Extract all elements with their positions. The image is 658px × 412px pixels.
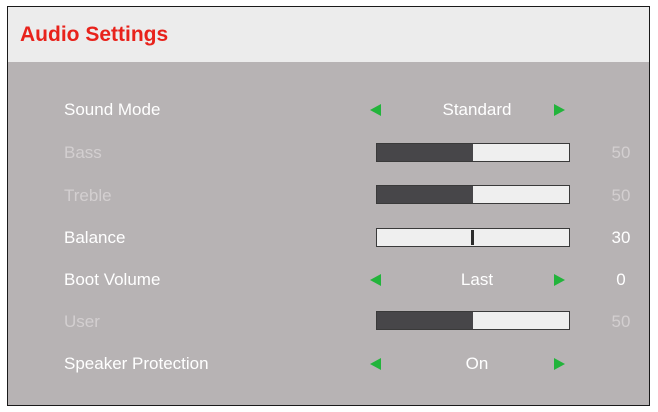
bass-slider (376, 143, 570, 162)
boot-volume-left-arrow-icon[interactable] (370, 274, 381, 286)
speaker-protection-left-arrow-icon[interactable] (370, 358, 381, 370)
treble-slider (376, 185, 570, 204)
speaker-protection-right-arrow-icon[interactable] (554, 358, 565, 370)
balance-slider[interactable] (376, 228, 570, 247)
page-title: Audio Settings (20, 23, 169, 46)
bass-value: 50 (611, 143, 631, 162)
user-slider-fill (377, 312, 473, 329)
balance-label[interactable]: Balance (64, 228, 125, 248)
sound-mode-value: Standard (442, 100, 512, 119)
boot-volume-label[interactable]: Boot Volume (64, 270, 160, 290)
boot-volume-value: Last (460, 270, 494, 289)
boot-volume-right-arrow-icon[interactable] (554, 274, 565, 286)
audio-settings-panel: Audio Settings Sound Mode Standard Bass … (7, 6, 650, 406)
balance-marker[interactable] (471, 230, 474, 245)
balance-value: 30 (611, 228, 631, 247)
treble-slider-fill (377, 186, 473, 203)
header-bar: Audio Settings (8, 7, 649, 62)
user-slider (376, 311, 570, 330)
sound-mode-right-arrow-icon[interactable] (554, 104, 565, 116)
bass-label: Bass (64, 143, 102, 162)
user-label: User (64, 312, 100, 331)
sound-mode-label[interactable]: Sound Mode (64, 100, 160, 120)
sound-mode-left-arrow-icon[interactable] (370, 104, 381, 116)
boot-volume-number: 0 (616, 270, 626, 289)
treble-value: 50 (611, 186, 631, 205)
treble-label: Treble (64, 186, 112, 205)
speaker-protection-value: On (465, 354, 489, 373)
user-value: 50 (611, 312, 631, 331)
bass-slider-fill (377, 144, 473, 161)
speaker-protection-label[interactable]: Speaker Protection (64, 354, 209, 374)
